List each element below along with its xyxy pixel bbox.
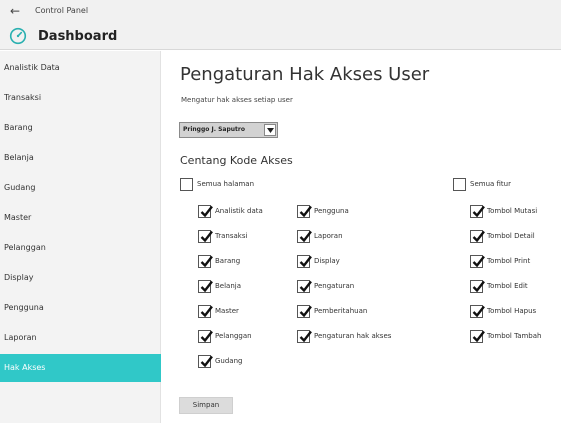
checkbox-box[interactable] <box>297 304 312 318</box>
checkbox-box[interactable] <box>470 329 485 343</box>
checkbox-transaksi[interactable]: Transaksi <box>198 229 247 243</box>
sidebar-item-master[interactable]: Master <box>0 204 161 232</box>
checkbox-semua-fitur[interactable]: Semua fitur <box>453 177 511 191</box>
checkbox-belanja[interactable]: Belanja <box>198 279 241 293</box>
sidebar-item-laporan[interactable]: Laporan <box>0 324 161 352</box>
checkbox-semua-halaman[interactable]: Semua halaman <box>180 177 254 191</box>
checkbox-box[interactable] <box>453 177 466 191</box>
checkbox-label: Transaksi <box>215 232 248 240</box>
checkbox-label: Master <box>215 307 239 315</box>
checkbox-laporan[interactable]: Laporan <box>297 229 343 243</box>
sidebar-item-display[interactable]: Display <box>0 264 161 292</box>
checkbox-label: Tombol Mutasi <box>487 207 538 215</box>
checkbox-box[interactable] <box>297 204 312 218</box>
checkbox-box[interactable] <box>470 254 485 268</box>
checkbox-label: Laporan <box>314 232 343 240</box>
checkbox-label: Display <box>314 257 340 265</box>
checkbox-label: Analistik data <box>215 207 263 215</box>
back-arrow-icon[interactable]: ← <box>10 4 20 18</box>
user-select[interactable]: Pringgo J. Saputro <box>179 122 278 138</box>
checkbox-box[interactable] <box>198 229 213 243</box>
checkbox-label: Pemberitahuan <box>314 307 368 315</box>
sidebar-item-gudang[interactable]: Gudang <box>0 174 161 202</box>
checkbox-label: Pelanggan <box>215 332 252 340</box>
page-title: Pengaturan Hak Akses User <box>180 64 430 85</box>
checkbox-label: Pengguna <box>314 207 349 215</box>
checkbox-box[interactable] <box>297 254 312 268</box>
checkbox-pengaturan[interactable]: Pengaturan <box>297 279 354 293</box>
checkbox-box[interactable] <box>198 279 213 293</box>
checkbox-analistik-data[interactable]: Analistik data <box>198 204 263 218</box>
checkbox-label: Pengaturan hak akses <box>314 332 392 340</box>
sidebar-item-pengguna[interactable]: Pengguna <box>0 294 161 322</box>
checkbox-pelanggan[interactable]: Pelanggan <box>198 329 252 343</box>
save-button[interactable]: Simpan <box>179 397 233 414</box>
control-panel-link[interactable]: Control Panel <box>35 5 88 17</box>
checkbox-tombol-detail[interactable]: Tombol Detail <box>470 229 535 243</box>
page-subtitle: Mengatur hak akses setiap user <box>181 96 293 104</box>
checkbox-box[interactable] <box>470 204 485 218</box>
sidebar-item-barang[interactable]: Barang <box>0 114 161 142</box>
checkbox-label: Tombol Tambah <box>487 332 542 340</box>
checkbox-label: Tombol Print <box>487 257 531 265</box>
checkbox-box[interactable] <box>470 279 485 293</box>
checkbox-box[interactable] <box>198 329 213 343</box>
checkbox-barang[interactable]: Barang <box>198 254 240 268</box>
sidebar-item-analistik-data[interactable]: Analistik Data <box>0 54 161 82</box>
checkbox-box[interactable] <box>297 329 312 343</box>
checkbox-label: Semua halaman <box>197 180 255 188</box>
checkbox-box[interactable] <box>198 254 213 268</box>
checkbox-tombol-edit[interactable]: Tombol Edit <box>470 279 528 293</box>
checkbox-box[interactable] <box>198 354 213 368</box>
checkbox-tombol-mutasi[interactable]: Tombol Mutasi <box>470 204 537 218</box>
sidebar-item-pelanggan[interactable]: Pelanggan <box>0 234 161 262</box>
sidebar: Analistik Data Transaksi Barang Belanja … <box>0 51 161 423</box>
checkbox-box[interactable] <box>297 229 312 243</box>
checkbox-box[interactable] <box>180 177 193 191</box>
checkbox-box[interactable] <box>470 229 485 243</box>
checkbox-gudang[interactable]: Gudang <box>198 354 242 368</box>
checkbox-label: Tombol Hapus <box>487 307 537 315</box>
sidebar-item-belanja[interactable]: Belanja <box>0 144 161 172</box>
app-title: Dashboard <box>38 29 118 44</box>
chevron-down-icon[interactable] <box>264 124 276 136</box>
checkbox-label: Tombol Detail <box>487 232 535 240</box>
checkbox-pengaturan-hak-akses[interactable]: Pengaturan hak akses <box>297 329 391 343</box>
checkbox-pengguna[interactable]: Pengguna <box>297 204 349 218</box>
dashboard-gauge-icon <box>9 27 27 45</box>
checkbox-label: Pengaturan <box>314 282 355 290</box>
checkbox-box[interactable] <box>198 204 213 218</box>
sidebar-item-transaksi[interactable]: Transaksi <box>0 84 161 112</box>
checkbox-tombol-print[interactable]: Tombol Print <box>470 254 530 268</box>
checkbox-label: Tombol Edit <box>487 282 528 290</box>
checkbox-label: Gudang <box>215 357 243 365</box>
checkbox-label: Belanja <box>215 282 242 290</box>
checkbox-box[interactable] <box>297 279 312 293</box>
checkbox-box[interactable] <box>198 304 213 318</box>
checkbox-display[interactable]: Display <box>297 254 340 268</box>
checkbox-tombol-hapus[interactable]: Tombol Hapus <box>470 304 536 318</box>
section-title: Centang Kode Akses <box>180 154 293 167</box>
sidebar-item-hak-akses[interactable]: Hak Akses <box>0 354 161 382</box>
checkbox-label: Semua fitur <box>470 180 511 188</box>
checkbox-pemberitahuan[interactable]: Pemberitahuan <box>297 304 367 318</box>
checkbox-tombol-tambah[interactable]: Tombol Tambah <box>470 329 541 343</box>
checkbox-label: Barang <box>215 257 241 265</box>
checkbox-box[interactable] <box>470 304 485 318</box>
user-select-value: Pringgo J. Saputro <box>183 126 245 133</box>
checkbox-master[interactable]: Master <box>198 304 239 318</box>
title-bar: ← Control Panel Dashboard <box>0 0 561 50</box>
